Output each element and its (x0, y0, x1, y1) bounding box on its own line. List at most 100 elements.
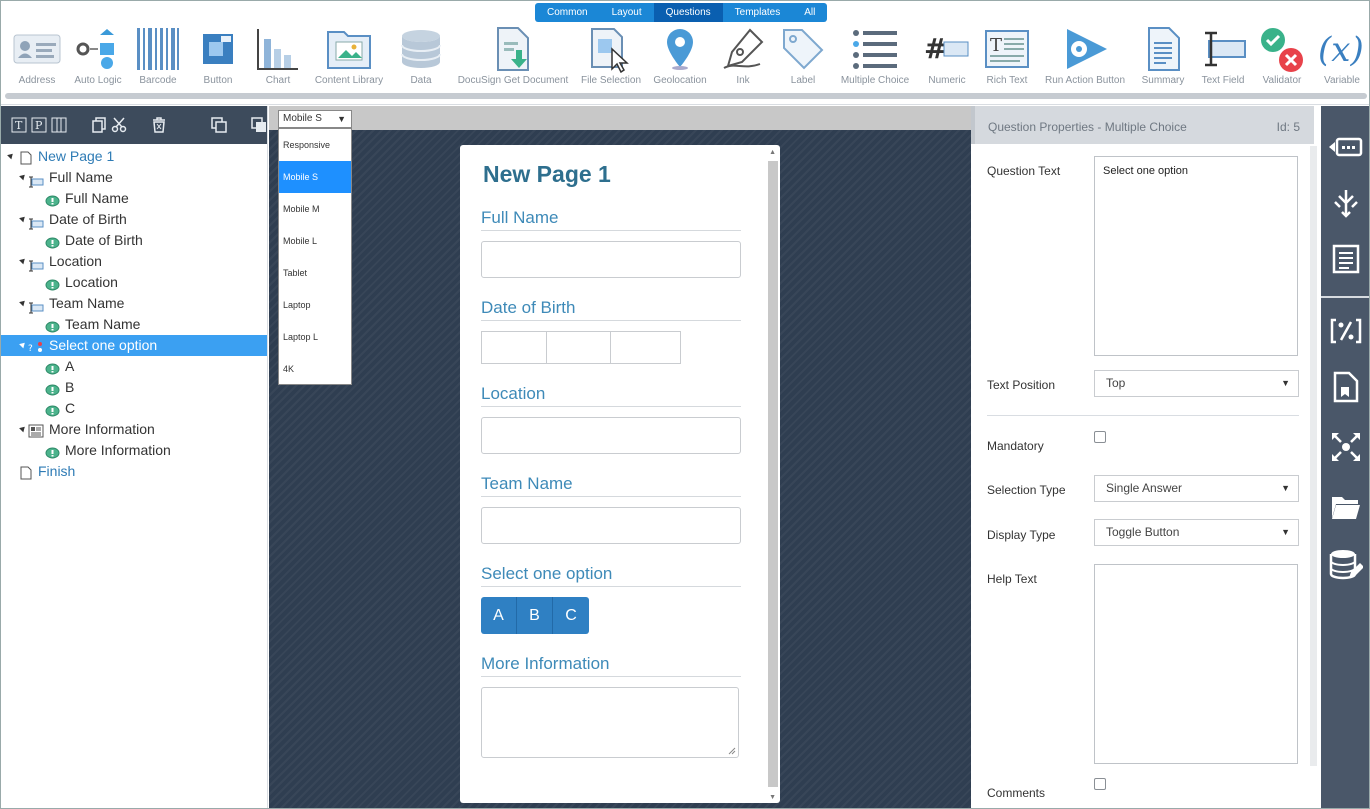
location-input[interactable] (481, 417, 741, 454)
date-year-input[interactable] (610, 331, 681, 364)
dropdown-arrow-icon: ▼ (1281, 378, 1290, 388)
tab-common[interactable]: Common (535, 3, 600, 22)
expand-triangle-icon[interactable] (19, 298, 27, 307)
tree-item-label-node[interactable]: Date of Birth (1, 230, 267, 251)
duplicate-icon[interactable] (211, 117, 227, 133)
tool-validator[interactable]: Validator (1257, 23, 1307, 91)
preview-scrollbar[interactable] (768, 161, 778, 787)
option-a-toggle[interactable]: A (481, 597, 517, 634)
display-type-select[interactable]: Toggle Button ▼ (1094, 519, 1299, 546)
help-text-field[interactable] (1094, 564, 1298, 764)
more-information-textarea[interactable] (481, 687, 739, 758)
device-option[interactable]: Tablet (279, 257, 351, 289)
merge-arrows-icon[interactable] (1327, 184, 1365, 222)
expand-triangle-icon[interactable] (19, 340, 27, 349)
delete-icon[interactable] (151, 117, 167, 133)
tool-data[interactable]: Data (399, 23, 443, 91)
tool-text-field[interactable]: Text Field (1199, 23, 1247, 91)
tree-item-label-node[interactable]: More Information (1, 440, 267, 461)
full-name-input[interactable] (481, 241, 741, 278)
expand-triangle-icon[interactable] (19, 214, 27, 223)
date-month-input[interactable] (546, 331, 611, 364)
option-c-toggle[interactable]: C (553, 597, 589, 634)
tree-item-page[interactable]: Finish (1, 461, 267, 482)
device-option[interactable]: Laptop L (279, 321, 351, 353)
tab-all[interactable]: All (792, 3, 827, 22)
question-text-field[interactable]: Select one option (1094, 156, 1298, 356)
scroll-down-arrow-icon[interactable]: ▼ (769, 794, 776, 801)
tree-item-question[interactable]: Location (1, 251, 267, 272)
date-day-input[interactable] (481, 331, 547, 364)
mandatory-checkbox[interactable] (1094, 431, 1106, 443)
device-option[interactable]: 4K (279, 353, 351, 385)
device-option-selected[interactable]: Mobile S (279, 161, 351, 193)
device-option[interactable]: Mobile M (279, 193, 351, 225)
selection-type-select[interactable]: Single Answer ▼ (1094, 475, 1299, 502)
tree-item-option[interactable]: B (1, 377, 267, 398)
tree-item-question-selected[interactable]: ? Select one option (1, 335, 267, 356)
tool-file-selection[interactable]: File Selection (580, 23, 642, 91)
question-properties-icon[interactable] (1327, 128, 1365, 166)
tool-multiple-choice[interactable]: Multiple Choice (837, 23, 913, 91)
tool-button[interactable]: Button (197, 23, 239, 91)
tab-templates[interactable]: Templates (723, 3, 793, 22)
tool-docusign-get-document[interactable]: DocuSign Get Document (456, 23, 570, 91)
percent-code-icon[interactable] (1327, 312, 1365, 350)
folder-icon[interactable] (1327, 488, 1365, 526)
copy-icon[interactable] (91, 117, 107, 133)
tool-numeric[interactable]: # Numeric (923, 23, 971, 91)
tool-chart[interactable]: Chart (256, 23, 300, 91)
tree-item-question[interactable]: Team Name (1, 293, 267, 314)
tool-rich-text[interactable]: T Rich Text (983, 23, 1031, 91)
device-option[interactable]: Responsive (279, 129, 351, 161)
variable-icon: (x) (1318, 23, 1366, 75)
tool-label-item[interactable]: Label (779, 23, 827, 91)
device-option[interactable]: Mobile L (279, 225, 351, 257)
team-name-input[interactable] (481, 507, 741, 544)
tree-item-label-node[interactable]: Full Name (1, 188, 267, 209)
device-size-select[interactable]: Mobile S ▼ (278, 110, 352, 128)
expand-triangle-icon[interactable] (19, 424, 27, 433)
properties-scrollbar[interactable] (1310, 146, 1317, 766)
tree-item-question[interactable]: Full Name (1, 167, 267, 188)
expand-triangle-icon[interactable] (7, 151, 15, 160)
paste-icon[interactable] (251, 117, 267, 133)
tool-content-library[interactable]: Content Library (313, 23, 385, 91)
expand-triangle-icon[interactable] (19, 172, 27, 181)
tool-run-action-button[interactable]: Run Action Button (1041, 23, 1129, 91)
device-option[interactable]: Laptop (279, 289, 351, 321)
scroll-up-arrow-icon[interactable]: ▲ (769, 149, 776, 156)
tree-item-option[interactable]: C (1, 398, 267, 419)
tool-summary[interactable]: Summary (1139, 23, 1187, 91)
resize-grip-icon[interactable] (728, 747, 736, 755)
tree-item-question[interactable]: Date of Birth (1, 209, 267, 230)
address-card-icon (13, 23, 61, 75)
option-b-toggle[interactable]: B (517, 597, 553, 634)
tool-ink[interactable]: Ink (719, 23, 767, 91)
tool-variable[interactable]: (x) Variable (1317, 23, 1367, 91)
toolbar-scrollbar[interactable] (5, 93, 1367, 99)
tree-item-label-node[interactable]: Team Name (1, 314, 267, 335)
tool-auto-logic[interactable]: Auto Logic (71, 23, 125, 91)
tool-address[interactable]: Address (11, 23, 63, 91)
text-position-select[interactable]: Top ▼ (1094, 370, 1299, 397)
tree-item-option[interactable]: A (1, 356, 267, 377)
text-mode-icon[interactable]: T (11, 117, 27, 133)
tab-layout[interactable]: Layout (600, 3, 654, 22)
expand-arrows-icon[interactable] (1327, 428, 1365, 466)
database-edit-icon[interactable] (1327, 546, 1365, 584)
tree-item-page[interactable]: New Page 1 (1, 146, 267, 167)
tab-questions[interactable]: Questions (653, 3, 723, 22)
pen-nib-icon (720, 23, 766, 75)
tree-item-question[interactable]: More Information (1, 419, 267, 440)
tree-item-label-node[interactable]: Location (1, 272, 267, 293)
tool-geolocation[interactable]: Geolocation (651, 23, 709, 91)
document-bookmark-icon[interactable] (1327, 368, 1365, 406)
tool-barcode[interactable]: Barcode (135, 23, 181, 91)
comments-checkbox[interactable] (1094, 778, 1106, 790)
prompt-mode-icon[interactable]: P (31, 117, 47, 133)
columns-view-icon[interactable] (51, 117, 67, 133)
cut-icon[interactable] (111, 117, 127, 133)
expand-triangle-icon[interactable] (19, 256, 27, 265)
page-list-icon[interactable] (1327, 240, 1365, 278)
